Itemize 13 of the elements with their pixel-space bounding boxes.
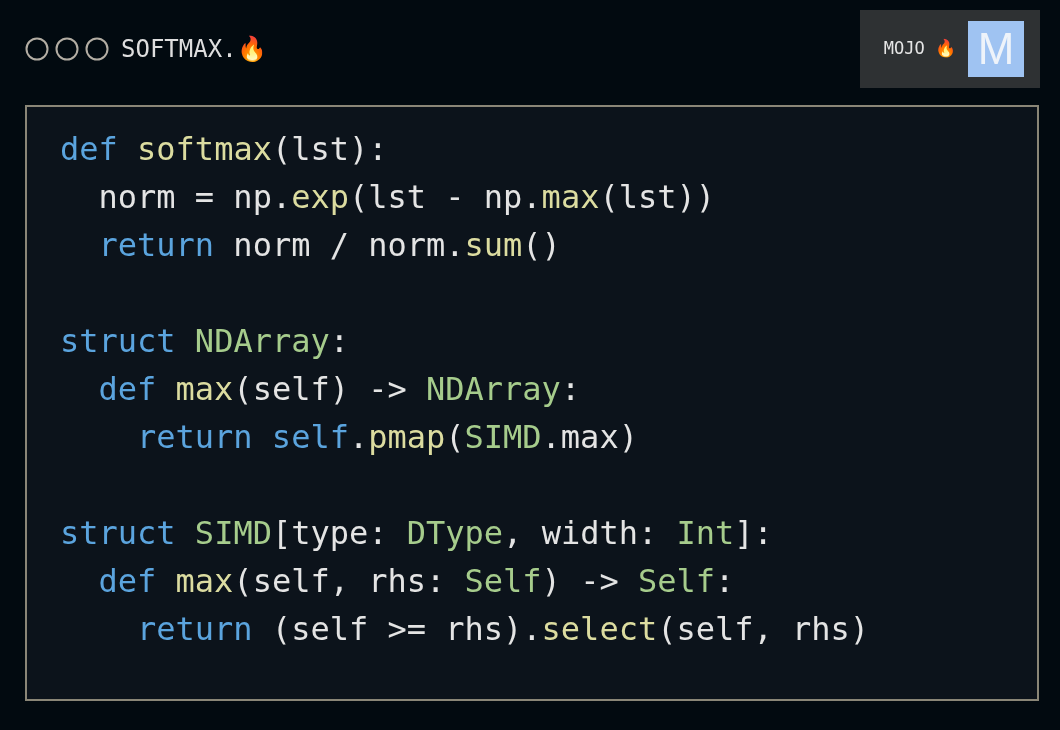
window-controls-icon: [25, 37, 109, 61]
code-line: def max(self) -> NDArray:: [98, 369, 581, 410]
code-line: struct SIMD[type: DType, width: Int]:: [60, 513, 773, 554]
code-line: return norm / norm.sum(): [98, 225, 561, 266]
code-line: struct NDArray:: [60, 321, 349, 362]
code-line: def softmax(lst):: [60, 129, 388, 170]
code-line: norm = np.exp(lst - np.max(lst)): [98, 177, 715, 218]
code-line: return self.pmap(SIMD.max): [137, 417, 638, 458]
code-line: def max(self, rhs: Self) -> Self:: [98, 561, 735, 602]
window-title: SOFTMAX.🔥: [121, 34, 267, 65]
code-line: return (self >= rhs).select(self, rhs): [137, 609, 870, 650]
badge-label: MOJO 🔥: [883, 37, 956, 61]
logo: M: [968, 21, 1024, 77]
